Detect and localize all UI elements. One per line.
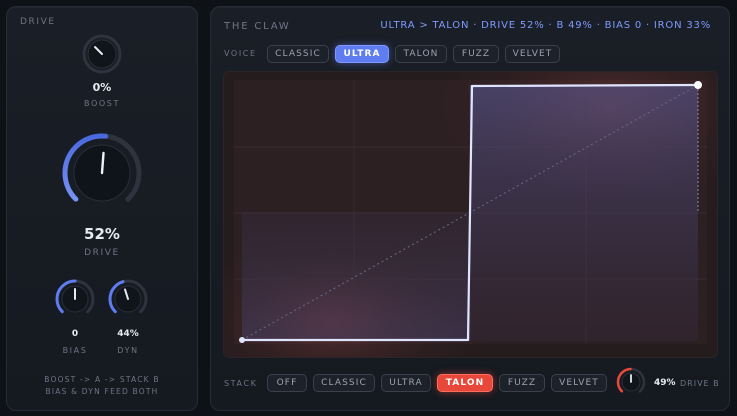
stack-ultra-button[interactable]: ULTRA <box>381 374 431 392</box>
voice-classic-button[interactable]: CLASSIC <box>267 45 329 63</box>
bias-label: BIAS <box>62 346 88 355</box>
voice-fuzz-button[interactable]: FUZZ <box>453 45 499 63</box>
boost-label: BOOST <box>84 99 120 108</box>
dyn-value: 44% <box>117 329 139 339</box>
stack-velvet-button[interactable]: VELVET <box>551 374 607 392</box>
transfer-curve-display <box>223 71 718 358</box>
dyn-label: DYN <box>117 346 139 355</box>
voice-velvet-button[interactable]: VELVET <box>505 45 560 63</box>
drive-label: DRIVE <box>84 248 120 258</box>
drive-b-label: DRIVE B <box>680 379 720 388</box>
stack-fuzz-button[interactable]: FUZZ <box>499 374 545 392</box>
stack-label: STACK <box>224 379 258 388</box>
drive-panel: DRIVE 0% BOOST 52% DRIVE 0 BIAS 44% DYN … <box>6 6 198 411</box>
drive-b-knob[interactable] <box>615 366 647 398</box>
curve-start-point[interactable] <box>239 337 245 343</box>
bias-knob[interactable] <box>54 278 96 320</box>
stack-classic-button[interactable]: CLASSIC <box>313 374 375 392</box>
signal-flow-note-2: BIAS & DYN FEED BOTH <box>45 387 159 396</box>
signal-flow-note-1: BOOST -> A -> STACK B <box>44 375 160 384</box>
voice-label: VOICE <box>224 49 257 58</box>
drive-value: 52% <box>84 225 120 243</box>
stack-talon-button[interactable]: TALON <box>437 374 493 392</box>
status-readout: ULTRA > TALON · DRIVE 52% · B 49% · BIAS… <box>380 20 711 31</box>
voice-talon-button[interactable]: TALON <box>395 45 447 63</box>
voice-ultra-button[interactable]: ULTRA <box>335 45 389 63</box>
curve-end-point[interactable] <box>694 81 702 89</box>
stack-off-button[interactable]: OFF <box>267 374 307 392</box>
the-claw-panel: THE CLAW ULTRA > TALON · DRIVE 52% · B 4… <box>210 6 730 411</box>
dyn-knob[interactable] <box>107 278 149 320</box>
upper-region-fill <box>470 85 698 341</box>
drive-b-value: 49% <box>654 378 676 388</box>
boost-knob[interactable] <box>81 33 123 75</box>
boost-value: 0% <box>92 81 112 94</box>
drive-knob[interactable] <box>58 129 146 217</box>
panel-title: THE CLAW <box>224 21 291 32</box>
drive-panel-title: DRIVE <box>20 17 56 27</box>
transfer-curve-svg <box>224 72 717 357</box>
bias-value: 0 <box>71 329 79 339</box>
